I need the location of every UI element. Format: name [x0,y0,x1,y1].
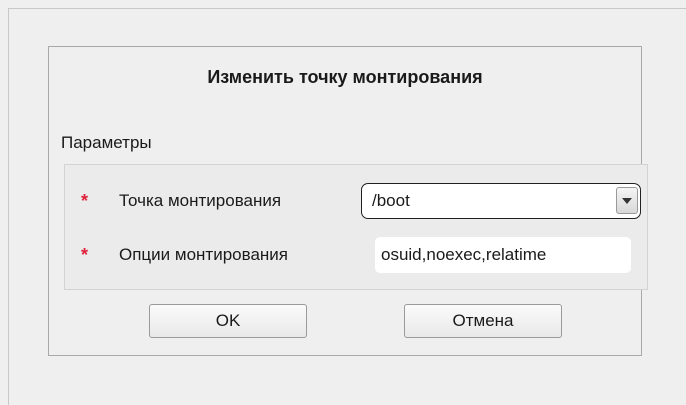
dialog-title: Изменить точку монтирования [207,67,483,87]
ok-button[interactable]: OK [149,304,307,338]
mount-options-field[interactable] [375,237,631,273]
chevron-down-icon [622,198,632,204]
parameters-section-label: Параметры [61,133,152,152]
mount-options-label: Опции монтирования [119,245,288,264]
required-marker: * [81,245,89,265]
mount-options-row: * Опции монтирования [65,237,647,273]
mount-point-value: /boot [372,191,410,210]
parameters-group: * Точка монтирования /boot * Опции монти… [64,164,648,290]
dropdown-button[interactable] [616,187,638,214]
mount-options-input[interactable] [375,237,631,273]
edit-mount-point-dialog: Изменить точку монтирования Параметры * … [48,46,648,356]
required-marker: * [81,191,89,211]
cancel-button[interactable]: Отмена [404,304,562,338]
mount-point-row: * Точка монтирования /boot [65,183,647,219]
mount-point-combobox[interactable]: /boot [361,183,641,219]
mount-point-label: Точка монтирования [119,191,282,210]
